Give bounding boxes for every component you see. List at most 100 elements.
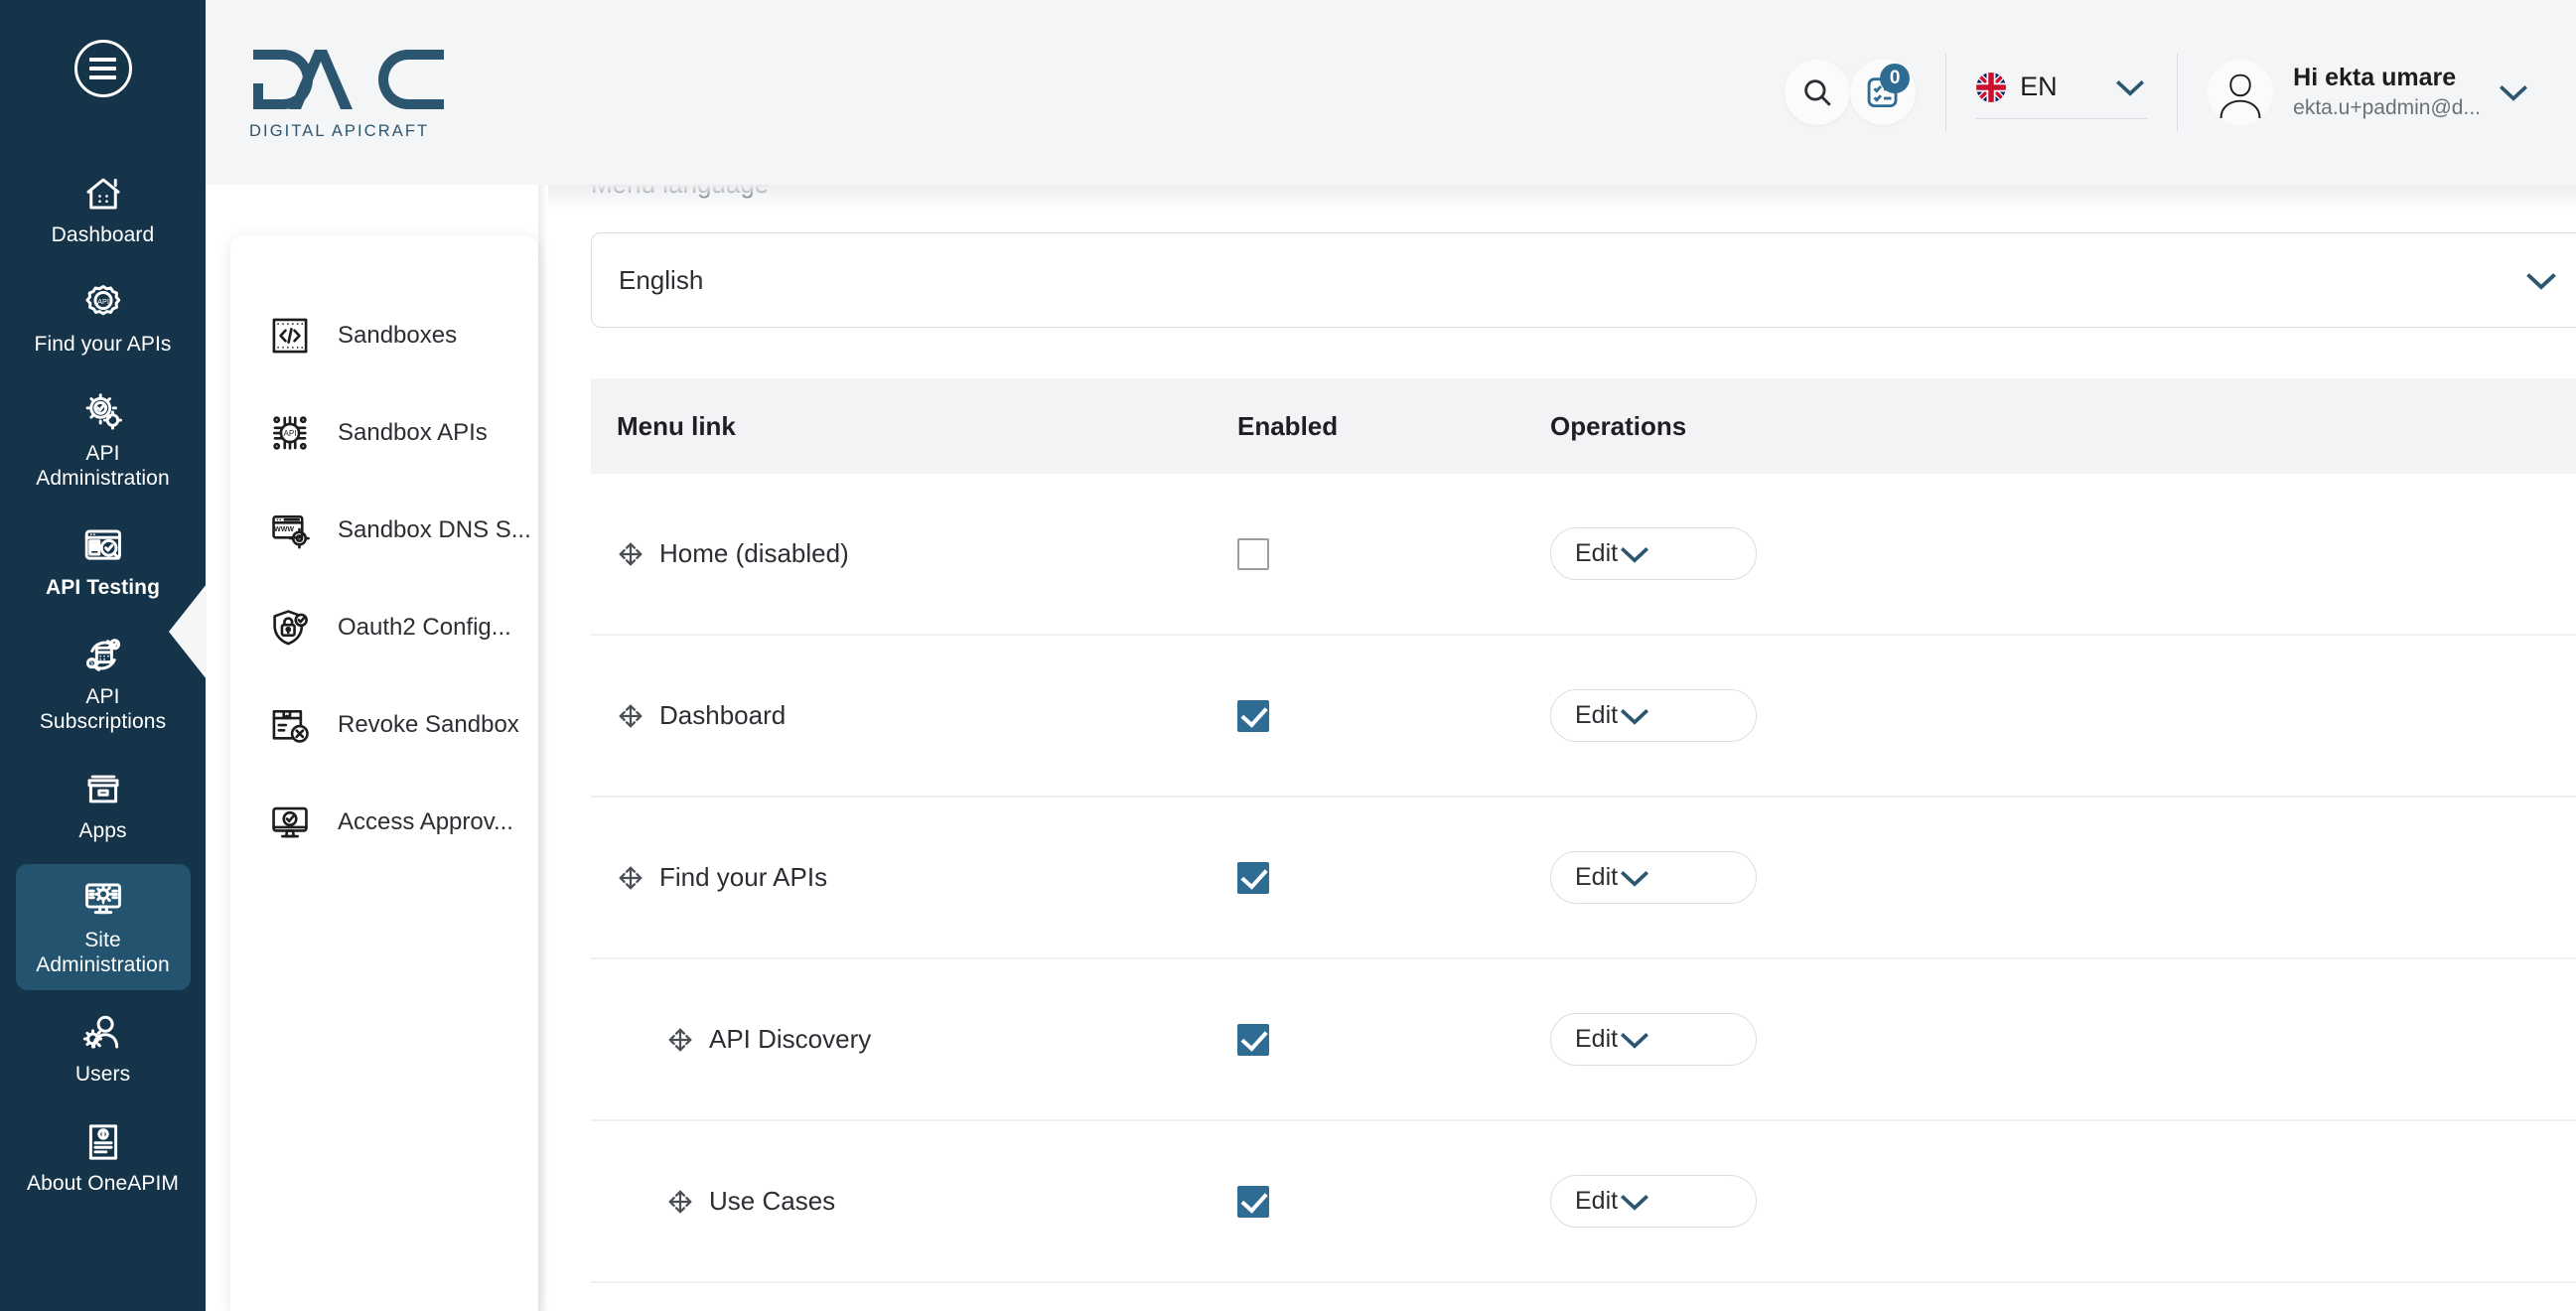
enabled-checkbox[interactable] [1237, 1185, 1269, 1218]
panel-item-sandbox-dns-s-[interactable]: WWW Sandbox DNS S... [230, 482, 538, 579]
edit-dropdown-button[interactable]: Edit [1550, 1175, 1757, 1228]
operations-cell: Edit [1550, 851, 2576, 904]
tasks-button-wrap: 0 [1850, 60, 1917, 125]
app-root: Dashboard API Find your APIs API Administra… [0, 0, 2576, 1311]
enabled-checkbox[interactable] [1237, 699, 1269, 732]
menu-links-table: Menu link Enabled Operations Home (disab… [591, 378, 2576, 1283]
sidebar-nav-list: Dashboard API Find your APIs API Administra… [0, 159, 206, 1217]
enabled-checkbox[interactable] [1237, 537, 1269, 570]
panel-item-access-approv-[interactable]: Access Approv... [230, 774, 538, 871]
column-header-enabled: Enabled [1237, 410, 1339, 441]
menu-link-label: Use Cases [709, 1186, 836, 1216]
sidebar-item-find-your-apis[interactable]: API Find your APIs [16, 268, 191, 369]
site-admin-monitor-icon [81, 877, 125, 921]
user-email: ekta.u+padmin@d... [2293, 96, 2481, 119]
sidebar-item-api-testing[interactable]: API Testing [16, 511, 191, 613]
language-selector[interactable]: EN [1976, 66, 2148, 119]
apps-box-icon [81, 768, 125, 811]
chevron-down-icon [2113, 76, 2147, 98]
menu-link-cell: Use Cases [591, 1186, 1237, 1217]
table-body: Home (disabled) Edit Dashboard Edit Find… [591, 474, 2576, 1283]
enabled-cell [1237, 699, 1550, 732]
edit-dropdown-button[interactable]: Edit [1550, 851, 1757, 904]
dac-logo-mark [253, 50, 444, 109]
enabled-cell [1237, 1185, 1550, 1218]
menu-link-cell: API Discovery [591, 1024, 1237, 1055]
top-header: DIGITAL APICRAFT 0 EN Hi ekta umare ekta… [206, 0, 2576, 185]
panel-item-sandboxes[interactable]: Sandboxes [230, 287, 538, 384]
column-header-menu-link: Menu link [617, 410, 736, 441]
shield-lock-icon [268, 606, 312, 650]
tasks-badge: 0 [1880, 64, 1911, 93]
drag-move-icon[interactable] [617, 864, 644, 892]
panel-item-oauth2-config-[interactable]: Oauth2 Config... [230, 579, 538, 676]
enabled-cell [1237, 1023, 1550, 1056]
edit-dropdown-button[interactable]: Edit [1550, 689, 1757, 742]
language-code: EN [2020, 72, 2058, 101]
logo-subtitle: DIGITAL APICRAFT [249, 122, 430, 140]
edit-button-label: Edit [1575, 701, 1619, 729]
operations-cell: Edit [1550, 1175, 2576, 1228]
chevron-down-icon [1618, 1191, 1651, 1213]
panel-item-revoke-sandbox[interactable]: Revoke Sandbox [230, 676, 538, 774]
api-admin-gears-icon [81, 390, 125, 434]
sidebar-item-site-administration[interactable]: Site Administration [15, 864, 191, 990]
svg-text:$: $ [89, 661, 92, 667]
chevron-down-icon [1618, 867, 1651, 889]
panel-item-label: Sandbox DNS S... [338, 516, 531, 543]
menu-language-value: English [619, 264, 704, 295]
user-avatar-icon [2208, 60, 2274, 125]
chevron-down-icon [2523, 269, 2559, 292]
panel-item-sandbox-apis[interactable]: API Sandbox APIs [230, 384, 538, 482]
sidebar-item-users[interactable]: Users [16, 998, 191, 1099]
edit-dropdown-button[interactable]: Edit [1550, 1013, 1757, 1066]
table-row: Dashboard Edit [591, 636, 2576, 798]
menu-language-select[interactable]: English [591, 232, 2576, 328]
sidebar-item-label: Dashboard [51, 223, 155, 246]
menu-link-label: API Discovery [709, 1024, 872, 1054]
svg-text:API: API [284, 429, 297, 438]
enabled-checkbox[interactable] [1237, 861, 1269, 894]
menu-link-label: Find your APIs [659, 862, 828, 892]
sidebar-item-label: About OneAPIM [26, 1172, 180, 1195]
menu-link-cell: Home (disabled) [591, 538, 1237, 569]
dac-logo[interactable]: DIGITAL APICRAFT [249, 44, 478, 141]
operations-cell: Edit [1550, 1013, 2576, 1066]
drag-move-icon[interactable] [666, 1188, 694, 1216]
monitor-check-icon [268, 801, 312, 844]
sidebar-item-apps[interactable]: Apps [16, 755, 191, 856]
drag-move-icon[interactable] [666, 1026, 694, 1054]
user-text: Hi ekta umare ekta.u+padmin@d... [2293, 62, 2481, 123]
edit-dropdown-button[interactable]: Edit [1550, 527, 1757, 580]
code-brackets-icon [268, 314, 312, 358]
user-menu[interactable]: Hi ekta umare ekta.u+padmin@d... [2208, 60, 2530, 125]
edit-button-label: Edit [1575, 1025, 1619, 1053]
api-gear-icon: API [81, 281, 125, 325]
menu-link-label: Dashboard [659, 700, 787, 730]
drag-move-icon[interactable] [617, 702, 644, 730]
sidebar-item-api-subscriptions[interactable]: $ API Subscriptions [16, 621, 191, 747]
search-icon [1804, 79, 1831, 106]
chevron-down-icon [2497, 81, 2530, 103]
chevron-down-icon [1618, 543, 1651, 565]
sidebar-item-about-oneapim[interactable]: About OneAPIM [16, 1107, 191, 1209]
table-row: Use Cases Edit [591, 1121, 2576, 1283]
chevron-down-icon [1618, 1029, 1651, 1051]
menu-toggle-button[interactable] [72, 38, 134, 99]
panel-edge-shadow [538, 185, 548, 1311]
menu-language-label: Menu language [591, 185, 2536, 205]
panel-item-label: Sandbox APIs [338, 419, 488, 446]
header-divider-2 [2177, 54, 2179, 131]
enabled-checkbox[interactable] [1237, 1023, 1269, 1056]
sidebar-item-dashboard[interactable]: Dashboard [16, 159, 191, 260]
drag-move-icon[interactable] [617, 540, 644, 568]
sidebar-item-label: Find your APIs [34, 333, 172, 356]
search-button[interactable] [1785, 60, 1851, 125]
operations-cell: Edit [1550, 527, 2576, 580]
edit-button-label: Edit [1575, 863, 1619, 891]
sidebar-item-api-administration[interactable]: API Administration [16, 377, 191, 504]
secondary-panel: Sandboxes API Sandbox APIs WWW Sandbox DNS S… [230, 235, 538, 1311]
operations-cell: Edit [1550, 689, 2576, 742]
column-header-operations: Operations [1550, 410, 1687, 441]
about-document-icon [81, 1120, 125, 1164]
